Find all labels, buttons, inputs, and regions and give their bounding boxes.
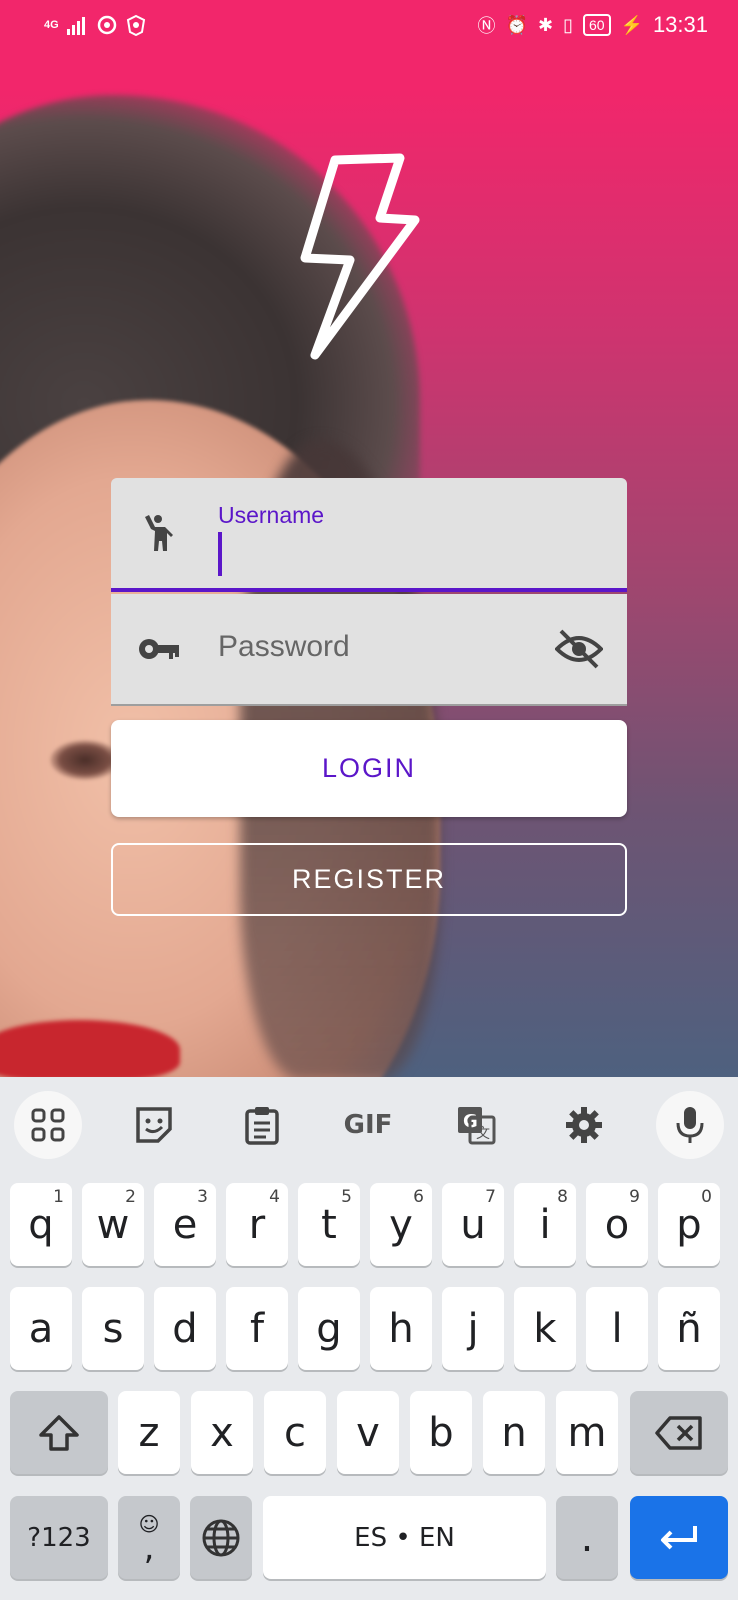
space-key[interactable]: ES • EN xyxy=(263,1496,546,1579)
key-letter: q xyxy=(28,1201,54,1248)
register-button[interactable]: REGISTER xyxy=(111,843,627,916)
comma-key[interactable]: ☺ , xyxy=(118,1496,180,1579)
key-number-hint: 3 xyxy=(197,1187,208,1207)
period-key[interactable]: . xyxy=(556,1496,618,1579)
key-letter: o xyxy=(604,1201,630,1248)
key-r[interactable]: r4 xyxy=(226,1183,288,1266)
key-number-hint: 8 xyxy=(557,1187,568,1207)
gif-button[interactable]: GIF xyxy=(334,1091,402,1159)
password-placeholder: Password xyxy=(218,630,350,663)
key-letter: u xyxy=(460,1201,486,1248)
backspace-key[interactable] xyxy=(630,1391,728,1474)
soft-keyboard: GIF G 文 ?123 ☺ , ES • EN . q 1 w 2 e 3 r… xyxy=(0,1077,738,1600)
text-cursor xyxy=(218,532,222,576)
key-number-hint: 2 xyxy=(125,1187,136,1207)
sticker-icon[interactable] xyxy=(120,1091,188,1159)
key-y[interactable]: y6 xyxy=(370,1183,432,1266)
clock: 13:31 xyxy=(652,12,708,37)
key-number-hint: 5 xyxy=(341,1187,352,1207)
battery-indicator: 60 xyxy=(582,14,611,36)
lips-background xyxy=(0,1020,180,1077)
key-ñ[interactable]: ñ xyxy=(658,1287,720,1370)
keyboard-toolbar: GIF G 文 xyxy=(0,1077,738,1173)
translate-icon[interactable]: G 文 xyxy=(442,1091,510,1159)
lightning-logo-icon xyxy=(300,153,420,360)
key-j[interactable]: j xyxy=(442,1287,504,1370)
key-icon xyxy=(139,639,179,659)
key-f[interactable]: f xyxy=(226,1287,288,1370)
key-x[interactable]: x xyxy=(191,1391,253,1474)
microphone-icon[interactable] xyxy=(656,1091,724,1159)
key-letter: i xyxy=(539,1201,551,1248)
key-a[interactable]: a xyxy=(10,1287,72,1370)
shield-hand-icon xyxy=(126,14,145,36)
key-t[interactable]: t5 xyxy=(298,1183,360,1266)
key-l[interactable]: l xyxy=(586,1287,648,1370)
symbols-key[interactable]: ?123 xyxy=(10,1496,108,1579)
key-w[interactable]: w2 xyxy=(82,1183,144,1266)
key-s[interactable]: s xyxy=(82,1287,144,1370)
nfc-icon: Ⓝ xyxy=(477,16,496,36)
username-field[interactable]: Username xyxy=(111,478,627,592)
key-letter: p xyxy=(676,1201,702,1248)
clipboard-icon[interactable] xyxy=(228,1091,296,1159)
key-b[interactable]: b xyxy=(410,1391,472,1474)
key-n[interactable]: n xyxy=(483,1391,545,1474)
key-number-hint: 7 xyxy=(485,1187,496,1207)
key-e[interactable]: e3 xyxy=(154,1183,216,1266)
shift-key[interactable] xyxy=(10,1391,108,1474)
vibrate-icon: ▯ xyxy=(563,14,573,35)
signal-icon xyxy=(66,17,85,35)
login-button[interactable]: LOGIN xyxy=(111,720,627,817)
key-letter: y xyxy=(389,1201,413,1248)
key-g[interactable]: g xyxy=(298,1287,360,1370)
key-o[interactable]: o9 xyxy=(586,1183,648,1266)
record-icon xyxy=(97,15,116,35)
key-d[interactable]: d xyxy=(154,1287,216,1370)
alarm-icon: ⏰ xyxy=(505,14,528,35)
password-field[interactable]: Password xyxy=(111,594,627,706)
key-number-hint: 4 xyxy=(269,1187,280,1207)
key-p[interactable]: p0 xyxy=(658,1183,720,1266)
key-letter: w xyxy=(96,1201,130,1248)
username-label: Username xyxy=(218,502,325,528)
key-letter: e xyxy=(172,1201,198,1248)
charging-icon: ⚡ xyxy=(620,14,643,35)
key-z[interactable]: z xyxy=(118,1391,180,1474)
comma-label: , xyxy=(143,1527,155,1568)
key-number-hint: 9 xyxy=(629,1187,640,1207)
enter-key[interactable] xyxy=(630,1496,728,1579)
key-i[interactable]: i8 xyxy=(514,1183,576,1266)
globe-icon[interactable] xyxy=(190,1496,252,1579)
apps-grid-icon[interactable] xyxy=(14,1091,82,1159)
key-c[interactable]: c xyxy=(264,1391,326,1474)
key-number-hint: 0 xyxy=(701,1187,712,1207)
settings-gear-icon[interactable] xyxy=(550,1091,618,1159)
visibility-off-icon[interactable] xyxy=(555,627,603,671)
eye-background xyxy=(50,740,120,780)
svg-text:文: 文 xyxy=(476,1126,490,1142)
key-m[interactable]: m xyxy=(556,1391,618,1474)
key-q[interactable]: q1 xyxy=(10,1183,72,1266)
status-bar: 4G Ⓝ ⏰ ✱ ▯ 60 ⚡ 13:31 xyxy=(0,0,738,52)
key-number-hint: 1 xyxy=(53,1187,64,1207)
key-u[interactable]: u7 xyxy=(442,1183,504,1266)
key-number-hint: 6 xyxy=(413,1187,424,1207)
bluetooth-icon: ✱ xyxy=(537,14,554,35)
key-letter: t xyxy=(321,1201,337,1248)
login-screen: 4G Ⓝ ⏰ ✱ ▯ 60 ⚡ 13:31 Username Password … xyxy=(0,0,738,1077)
person-waving-icon xyxy=(145,515,173,551)
key-letter: r xyxy=(248,1201,266,1248)
network-type: 4G xyxy=(44,19,59,31)
key-h[interactable]: h xyxy=(370,1287,432,1370)
key-k[interactable]: k xyxy=(514,1287,576,1370)
key-v[interactable]: v xyxy=(337,1391,399,1474)
